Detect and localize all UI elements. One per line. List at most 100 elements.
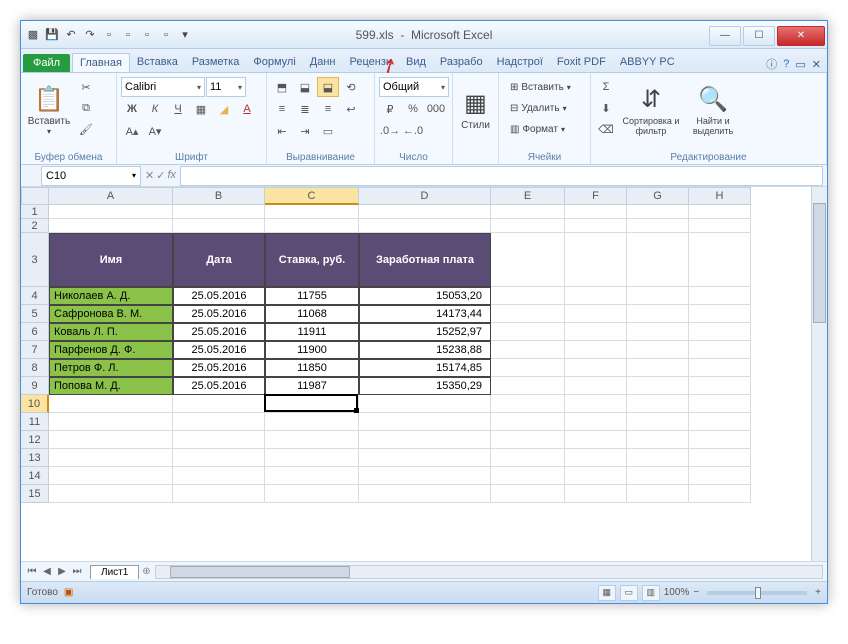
sheet-nav[interactable]: ⏮◀▶⏭ — [21, 566, 88, 577]
cell[interactable] — [627, 431, 689, 449]
font-size-combo[interactable]: 11▾ — [206, 77, 246, 97]
currency-button[interactable]: ₽ — [379, 99, 401, 119]
cell[interactable]: Парфенов Д. Ф. — [49, 341, 173, 359]
cell[interactable] — [173, 205, 265, 219]
cell[interactable] — [565, 413, 627, 431]
cell[interactable] — [359, 205, 491, 219]
column-header[interactable]: C — [265, 187, 359, 205]
cell[interactable] — [565, 287, 627, 305]
row-header[interactable]: 3 — [21, 233, 49, 287]
ribbon-tab[interactable]: Вид — [399, 53, 433, 72]
cell[interactable]: 25.05.2016 — [173, 341, 265, 359]
cell[interactable] — [565, 323, 627, 341]
cell[interactable] — [359, 449, 491, 467]
row-header[interactable]: 6 — [21, 323, 49, 341]
cell[interactable] — [491, 449, 565, 467]
align-middle-button[interactable]: ⬓ — [294, 77, 316, 97]
cell[interactable] — [49, 413, 173, 431]
cell[interactable] — [49, 449, 173, 467]
cell[interactable] — [627, 467, 689, 485]
cell[interactable] — [491, 485, 565, 503]
column-header[interactable]: E — [491, 187, 565, 205]
shrink-font-button[interactable]: A▾ — [144, 121, 166, 141]
maximize-button[interactable]: ☐ — [743, 26, 775, 46]
cell[interactable]: 25.05.2016 — [173, 359, 265, 377]
cell[interactable] — [689, 431, 751, 449]
font-color-button[interactable]: А — [236, 99, 258, 119]
format-painter-button[interactable]: 🖌 — [75, 119, 97, 139]
zoom-level[interactable]: 100% — [664, 587, 690, 598]
cell[interactable] — [359, 413, 491, 431]
row-header[interactable]: 7 — [21, 341, 49, 359]
wrap-text-button[interactable]: ↩ — [340, 99, 362, 119]
cell[interactable]: 11850 — [265, 359, 359, 377]
align-top-button[interactable]: ⬒ — [271, 77, 293, 97]
cell[interactable] — [689, 323, 751, 341]
row-header[interactable]: 12 — [21, 431, 49, 449]
cell[interactable] — [359, 219, 491, 233]
cell[interactable] — [689, 205, 751, 219]
vertical-scrollbar[interactable] — [811, 187, 827, 561]
comma-button[interactable]: 000 — [425, 99, 447, 119]
cells-grid[interactable]: ИмяДатаСтавка, руб.Заработная платаНикол… — [49, 205, 811, 503]
cell[interactable]: 11987 — [265, 377, 359, 395]
accept-formula-icon[interactable]: ✓ — [156, 169, 165, 182]
row-header[interactable]: 13 — [21, 449, 49, 467]
cell[interactable]: 14173,44 — [359, 305, 491, 323]
format-cells-button[interactable]: ▥Формат▾ — [503, 119, 572, 139]
cell[interactable]: Дата — [173, 233, 265, 287]
orientation-button[interactable]: ⟲ — [340, 77, 362, 97]
increase-decimal-button[interactable]: .0→ — [379, 121, 401, 141]
new-sheet-icon[interactable]: ⊕ — [142, 566, 150, 577]
cell[interactable] — [689, 219, 751, 233]
cell[interactable] — [565, 219, 627, 233]
cell[interactable] — [689, 449, 751, 467]
row-header[interactable]: 9 — [21, 377, 49, 395]
macro-icon[interactable]: ▣ — [64, 587, 73, 598]
cell[interactable] — [491, 341, 565, 359]
qat-dropdown-icon[interactable]: ▾ — [177, 27, 193, 43]
cell[interactable] — [627, 341, 689, 359]
cell[interactable] — [173, 467, 265, 485]
cell[interactable] — [173, 485, 265, 503]
align-left-button[interactable]: ≡ — [271, 99, 293, 119]
column-header[interactable]: B — [173, 187, 265, 205]
cell[interactable] — [359, 467, 491, 485]
cell[interactable] — [689, 341, 751, 359]
cell[interactable] — [565, 233, 627, 287]
cell[interactable] — [491, 395, 565, 413]
cell[interactable] — [491, 431, 565, 449]
minimize-button[interactable]: — — [709, 26, 741, 46]
cell[interactable] — [491, 413, 565, 431]
zoom-in-button[interactable]: + — [815, 587, 821, 598]
file-tab[interactable]: Файл — [23, 54, 70, 72]
cell[interactable] — [627, 233, 689, 287]
cell[interactable] — [265, 485, 359, 503]
cell[interactable] — [689, 467, 751, 485]
column-header[interactable]: A — [49, 187, 173, 205]
cell[interactable] — [565, 205, 627, 219]
underline-button[interactable]: Ч — [167, 99, 189, 119]
qat-item-icon[interactable]: ▫ — [158, 27, 174, 43]
decrease-indent-button[interactable]: ⇤ — [271, 121, 293, 141]
cell[interactable]: Сафронова В. М. — [49, 305, 173, 323]
increase-indent-button[interactable]: ⇥ — [294, 121, 316, 141]
cell[interactable]: Имя — [49, 233, 173, 287]
autosum-button[interactable]: Σ — [595, 77, 617, 97]
cell[interactable] — [627, 377, 689, 395]
cell[interactable] — [491, 323, 565, 341]
cell[interactable] — [627, 449, 689, 467]
cell[interactable] — [173, 413, 265, 431]
cell[interactable] — [627, 359, 689, 377]
align-center-button[interactable]: ≣ — [294, 99, 316, 119]
percent-button[interactable]: % — [402, 99, 424, 119]
redo-icon[interactable]: ↷ — [82, 27, 98, 43]
cell[interactable]: Попова М. Д. — [49, 377, 173, 395]
mdi-close-icon[interactable]: ✕ — [812, 58, 821, 71]
ribbon-tab[interactable]: Формулі — [246, 53, 302, 72]
cell[interactable] — [565, 485, 627, 503]
cell[interactable] — [491, 233, 565, 287]
cell[interactable]: 15238,88 — [359, 341, 491, 359]
column-header[interactable]: G — [627, 187, 689, 205]
column-header[interactable]: H — [689, 187, 751, 205]
